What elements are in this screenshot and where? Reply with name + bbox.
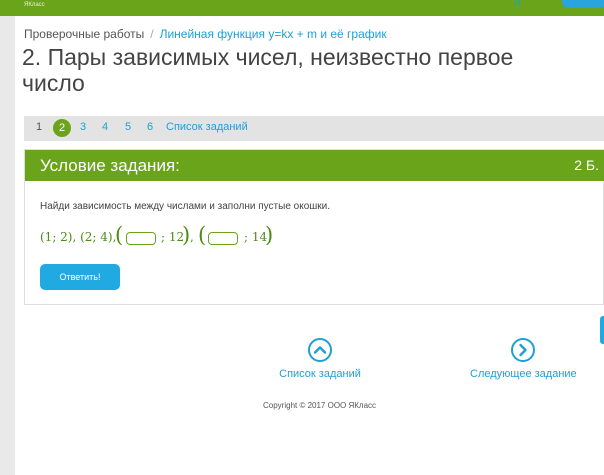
math-close-paren: ) (182, 223, 191, 247)
math-comma: , (190, 230, 194, 244)
task-points: 2 Б. (574, 157, 599, 173)
page-title: 2. Пары зависимых чисел, неизвестно перв… (22, 44, 514, 96)
answer-input-2[interactable] (208, 232, 238, 245)
task-header: Условие задания: 2 Б. (25, 150, 604, 181)
pager-page-5[interactable]: 5 (125, 121, 131, 133)
next-task-link[interactable]: Следующее задание (470, 368, 577, 380)
pager-task-list-link[interactable]: Список заданий (166, 121, 248, 133)
footer-copyright: Copyright © 2017 ООО ЯКласс (263, 401, 377, 410)
math-open-paren: ( (198, 223, 207, 247)
pager-page-1[interactable]: 1 (36, 121, 42, 133)
task-condition-title: Условие задания: (40, 156, 180, 175)
chevron-up-icon[interactable] (308, 338, 332, 362)
brand-logo-text[interactable]: ЯКласс (24, 2, 45, 8)
breadcrumb: Проверочные работы / Линейная функция y=kx… (24, 27, 387, 41)
math-pair3-second: ; 12 (161, 230, 185, 244)
task-pager: 1 2 3 4 5 6 Список заданий (24, 116, 604, 141)
pager-page-4[interactable]: 4 (102, 121, 108, 133)
breadcrumb-item-topic[interactable]: Линейная функция y=kx + m и её график (160, 27, 387, 41)
answer-input-1[interactable] (126, 232, 156, 245)
side-feedback-tab[interactable] (600, 316, 604, 344)
top-button[interactable] (562, 0, 604, 8)
math-given-pairs: (1; 2), (2; 4), (40, 230, 117, 244)
chevron-right-icon[interactable] (511, 338, 535, 362)
pager-page-6[interactable]: 6 (147, 121, 153, 133)
breadcrumb-separator: / (150, 27, 154, 41)
answer-button[interactable]: Ответить! (40, 264, 120, 290)
math-open-paren: ( (115, 223, 124, 247)
next-task-nav[interactable]: Следующее задание (470, 338, 577, 380)
task-list-link[interactable]: Список заданий (278, 368, 362, 380)
task-panel: Условие задания: 2 Б. Найди зависимость … (24, 149, 604, 305)
breadcrumb-item-tests[interactable]: Проверочные работы (24, 27, 144, 41)
pager-page-2-active[interactable]: 2 (53, 119, 71, 137)
math-pair4-second: ; 14 (244, 230, 268, 244)
task-instruction: Найди зависимость между числами и заполн… (40, 201, 331, 212)
top-bar: ЯКласс д (0, 0, 604, 16)
task-list-nav[interactable]: Список заданий (278, 338, 362, 380)
pager-page-3[interactable]: 3 (80, 121, 86, 133)
top-link[interactable]: д (514, 0, 520, 7)
math-close-paren: ) (265, 223, 274, 247)
